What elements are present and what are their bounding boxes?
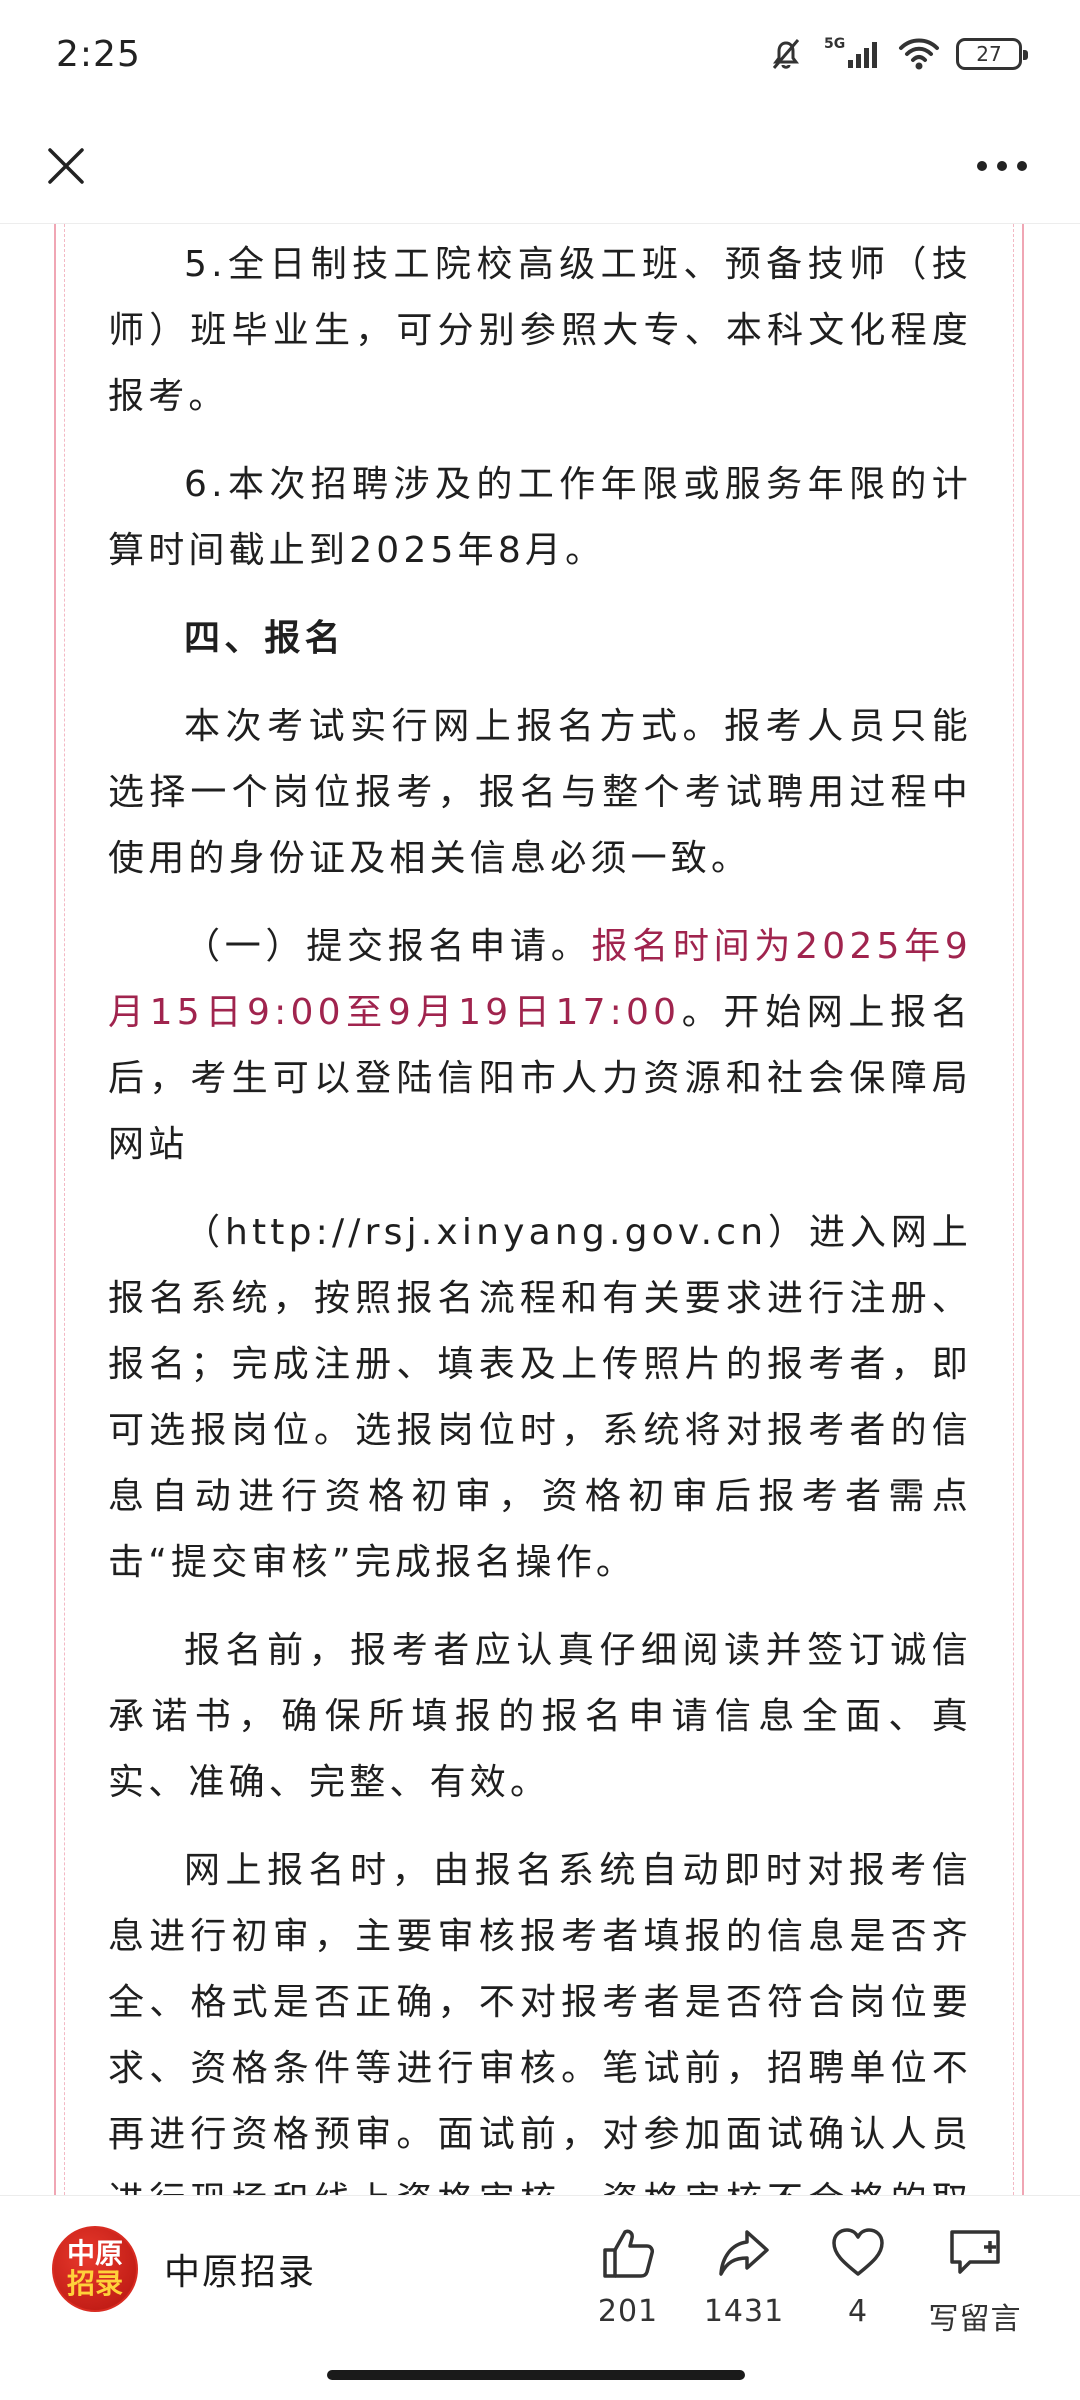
article-paragraph: （一）提交报名申请。报名时间为2025年9月15日9:00至9月19日17:00… [108, 914, 972, 1178]
favorite-count: 4 [847, 2294, 869, 2329]
wifi-icon [898, 36, 940, 72]
paragraph-lead: （一）提交报名申请。 [184, 926, 592, 967]
favorite-button[interactable]: 4 [798, 2224, 918, 2329]
logo-text-top: 中原 [66, 2237, 123, 2270]
section-heading: 四、报名 [184, 618, 345, 659]
share-icon [719, 2230, 769, 2276]
like-button[interactable]: 201 [568, 2224, 688, 2329]
logo-text-bottom: 招录 [66, 2267, 123, 2300]
account-logo: 中原 招录 [52, 2226, 138, 2312]
article-paragraph: 5.全日制技工院校高级工班、预备技师（技师）班毕业生，可分别参照大专、本科文化程… [108, 244, 972, 417]
share-button[interactable]: 1431 [684, 2224, 804, 2329]
share-count: 1431 [703, 2294, 785, 2329]
battery-level: 27 [976, 42, 1002, 66]
thumbs-up-icon [603, 2229, 654, 2278]
article-paragraph: （http://rsj.xinyang.gov.cn）进入网上报名系统，按照报名… [108, 1212, 972, 1583]
more-options-button[interactable] [970, 134, 1034, 198]
status-icons: 5G 27 [766, 34, 1028, 74]
more-icon [977, 160, 1027, 171]
article-paragraph: 网上报名时，由报名系统自动即时对报考信息进行初审，主要审核报考者填报的信息是否齐… [108, 1850, 972, 2195]
write-comment-button[interactable]: 写留言 [915, 2224, 1035, 2338]
article-paragraph: 报名前，报考者应认真仔细阅读并签订诚信承诺书，确保所填报的报名申请信息全面、真实… [108, 1630, 972, 1803]
account-name: 中原招录 [164, 2252, 317, 2293]
close-icon [48, 147, 84, 184]
article-body: 5.全日制技工院校高级工班、预备技师（技师）班毕业生，可分别参照大专、本科文化程… [108, 224, 972, 2195]
account-profile[interactable]: 中原 招录 中原招录 [52, 2226, 316, 2312]
network-label: 5G [824, 36, 845, 52]
article-paragraph: 本次考试实行网上报名方式。报考人员只能选择一个岗位报考，报名与整个考试聘用过程中… [108, 706, 972, 879]
comment-add-icon [950, 2230, 1000, 2274]
like-count: 201 [597, 2294, 659, 2329]
signal-icon: 5G [822, 34, 882, 74]
heart-icon [832, 2228, 884, 2276]
top-nav-bar [0, 108, 1080, 224]
status-bar: 2:25 5G 27 [0, 0, 1080, 108]
article-paragraph: 6.本次招聘涉及的工作年限或服务年限的计算时间截止到2025年8月。 [108, 464, 972, 571]
mute-bell-icon [766, 34, 806, 74]
write-comment-label: 写留言 [928, 2302, 1022, 2337]
battery-icon: 27 [956, 38, 1028, 70]
close-button[interactable] [34, 134, 98, 198]
home-indicator[interactable] [327, 2370, 745, 2380]
status-time: 2:25 [56, 33, 141, 75]
